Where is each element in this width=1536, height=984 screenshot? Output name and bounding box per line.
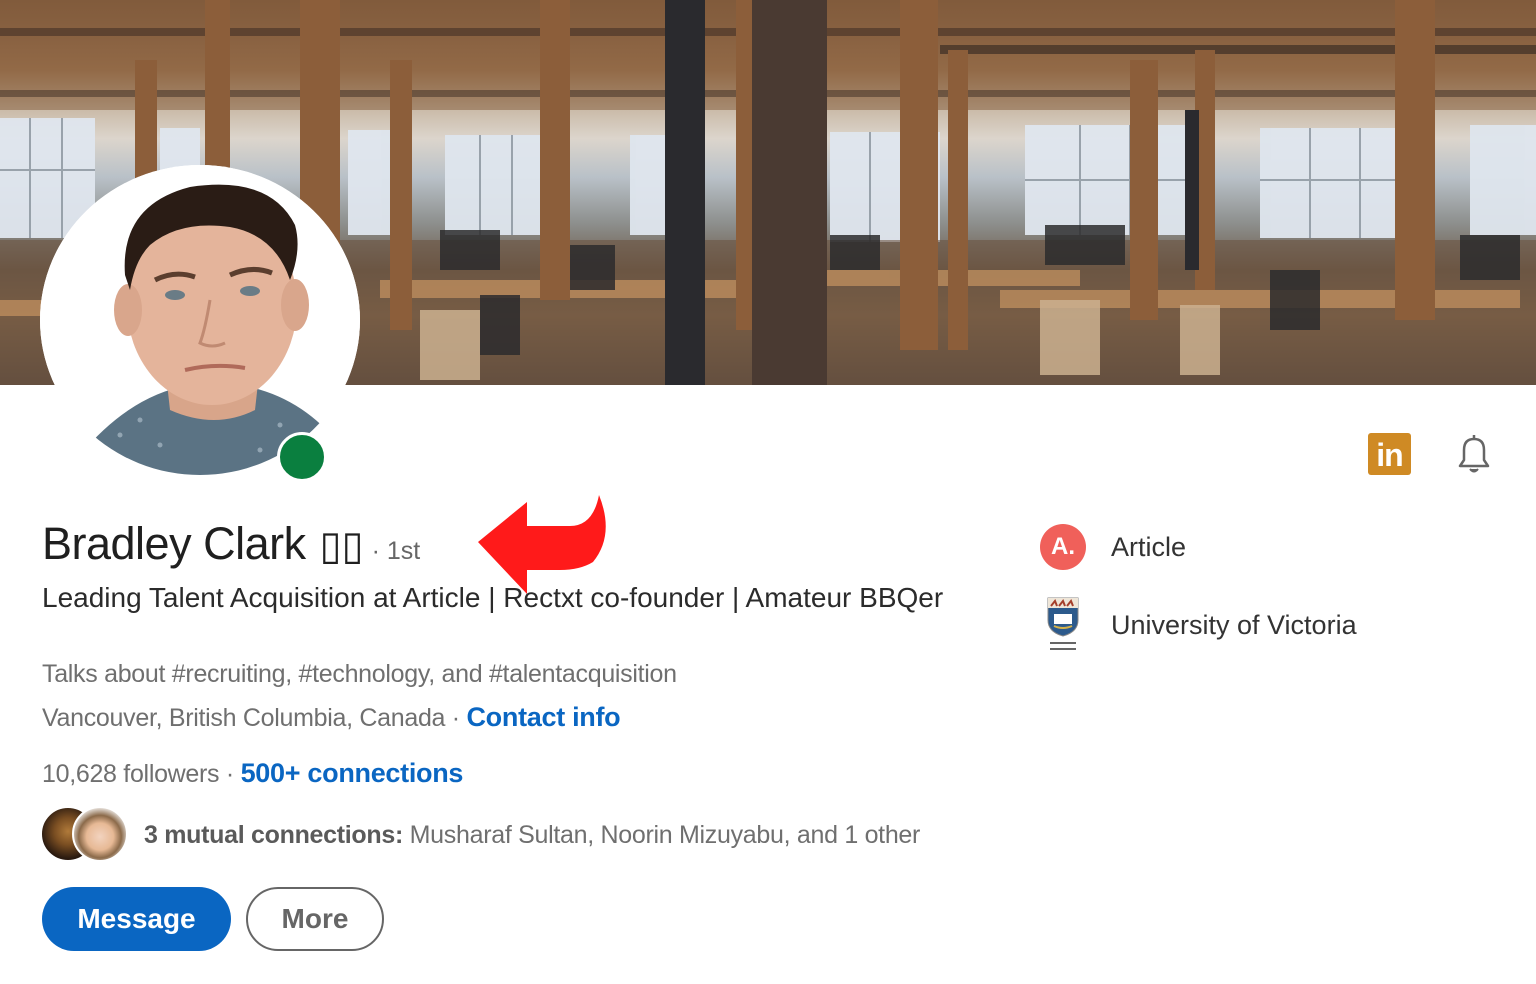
org-name: University of Victoria bbox=[1111, 609, 1357, 640]
university-crest-icon bbox=[1047, 597, 1079, 650]
name-suffix-glyphs: ▯▯ bbox=[319, 523, 364, 569]
linkedin-icon[interactable]: in bbox=[1368, 433, 1411, 475]
profile-name: Bradley Clark bbox=[42, 518, 306, 569]
article-logo-icon: A. bbox=[1040, 524, 1086, 570]
followers-line: 10,628 followers · 500+ connections bbox=[42, 758, 463, 789]
name-line: Bradley Clark ▯▯ · 1st bbox=[42, 518, 420, 570]
connections-link[interactable]: 500+ connections bbox=[241, 758, 464, 788]
mutual-avatar bbox=[72, 806, 128, 862]
mutual-avatars bbox=[40, 806, 132, 864]
more-button[interactable]: More bbox=[246, 887, 384, 951]
mutual-names: Musharaf Sultan, Noorin Mizuyabu, and 1 … bbox=[403, 820, 921, 849]
online-status-indicator bbox=[277, 432, 327, 482]
message-button[interactable]: Message bbox=[42, 887, 231, 951]
mutual-connections-text: 3 mutual connections: Musharaf Sultan, N… bbox=[144, 821, 920, 850]
mutual-count-label: 3 mutual connections: bbox=[144, 820, 404, 849]
org-university-of-victoria[interactable]: University of Victoria bbox=[1040, 594, 1357, 656]
bell-icon[interactable] bbox=[1450, 430, 1498, 478]
org-name: Article bbox=[1111, 531, 1187, 562]
profile-photo[interactable] bbox=[40, 165, 360, 475]
separator: · bbox=[445, 704, 467, 732]
profile-headline: Leading Talent Acquisition at Article | … bbox=[42, 582, 944, 613]
connection-degree: · 1st bbox=[371, 537, 421, 565]
talks-about: Talks about #recruiting, #technology, an… bbox=[42, 660, 677, 688]
mutual-connections[interactable]: 3 mutual connections: Musharaf Sultan, N… bbox=[40, 806, 920, 864]
contact-info-link[interactable]: Contact info bbox=[466, 702, 620, 732]
separator: · bbox=[219, 760, 241, 788]
org-article[interactable]: A. Article bbox=[1040, 524, 1186, 570]
location: Vancouver, British Columbia, Canada bbox=[42, 704, 446, 732]
followers-count: 10,628 followers bbox=[42, 760, 220, 788]
location-line: Vancouver, British Columbia, Canada · Co… bbox=[42, 702, 621, 733]
person-portrait bbox=[40, 165, 360, 475]
